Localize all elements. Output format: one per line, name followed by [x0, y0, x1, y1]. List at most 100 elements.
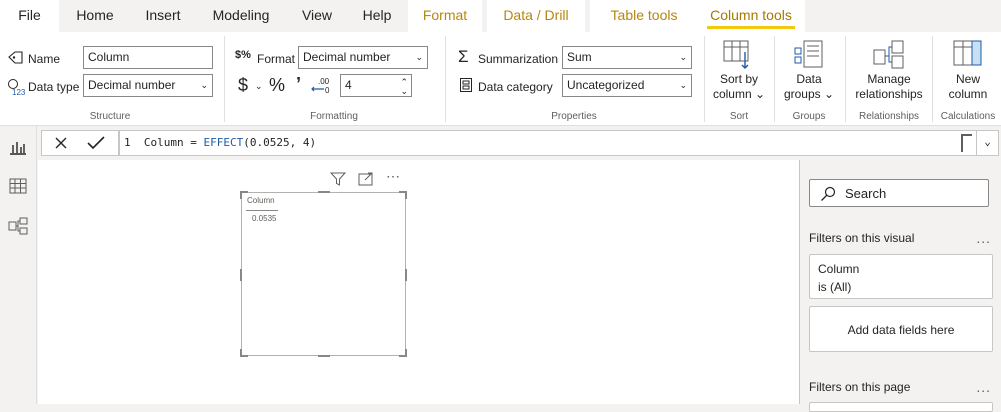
table-column-header: Column [247, 196, 275, 205]
view-switcher-rail [0, 126, 37, 404]
model-view-icon[interactable] [8, 217, 28, 238]
tab-table-tools[interactable]: Table tools [590, 0, 698, 32]
formula-bar: 1 Column = EFFECT(0.0525, 4) ⌄ [37, 126, 1001, 160]
add-data-fields-drop-zone[interactable]: Add data fields here [809, 306, 993, 352]
decimal-places-value: 4 [345, 78, 352, 92]
table-visual[interactable]: Column 0.0535 [240, 191, 407, 357]
chevron-down-icon[interactable]: ⌄ [400, 81, 408, 102]
summarization-label: Summarization [478, 52, 559, 66]
table-cell-value: 0.0535 [252, 214, 277, 223]
divider [224, 36, 225, 122]
tab-view[interactable]: View [292, 0, 342, 32]
resize-handle[interactable] [318, 191, 330, 193]
report-canvas[interactable]: ⋯ Column 0.0535 [38, 160, 799, 404]
more-options-icon[interactable]: ... [976, 230, 991, 246]
expand-formula-chevron-icon[interactable]: ⌄ [976, 131, 998, 155]
decimal-places-stepper[interactable]: 4 ⌃ ⌄ [340, 74, 412, 97]
datatype-label: Data type [28, 80, 80, 94]
group-label-properties: Properties [551, 111, 597, 122]
format-value: Decimal number [303, 50, 391, 64]
formula-input[interactable]: 1 Column = EFFECT(0.0525, 4) ⌄ [119, 130, 999, 156]
category-label: Data category [478, 80, 553, 94]
category-dropdown[interactable]: Uncategorized ⌄ [562, 74, 692, 97]
data-type-icon: 123 [7, 78, 26, 99]
tab-help[interactable]: Help [352, 0, 402, 32]
tab-format[interactable]: Format [408, 0, 482, 32]
filter-card-column[interactable]: Column is (All) [809, 254, 993, 299]
comma-style-button[interactable]: ’ [296, 74, 301, 95]
tab-insert[interactable]: Insert [134, 0, 192, 32]
filters-on-visual-heading: Filters on this visual [809, 231, 915, 245]
more-options-icon[interactable]: ⋯ [386, 168, 401, 185]
manage-relationships-button[interactable]: Manage relationships [849, 36, 929, 108]
formula-args: (0.0525, 4) [243, 136, 317, 149]
header-underline [246, 210, 278, 211]
svg-text:.00: .00 [318, 77, 330, 86]
manage-relationships-icon [873, 40, 905, 74]
name-field[interactable]: Column [83, 46, 213, 69]
tab-modeling[interactable]: Modeling [201, 0, 281, 32]
svg-text:0: 0 [325, 86, 330, 94]
chevron-down-icon: ⌄ [415, 52, 423, 62]
commit-check-icon[interactable] [86, 134, 106, 155]
resize-handle[interactable] [405, 349, 407, 357]
chevron-down-icon[interactable]: ⌄ [255, 81, 263, 92]
tab-file-label: File [18, 7, 41, 23]
tab-data-drill[interactable]: Data / Drill [487, 0, 585, 32]
formula-function: EFFECT [203, 136, 244, 149]
datatype-value: Decimal number [88, 78, 176, 92]
data-category-icon [459, 77, 473, 96]
currency-button[interactable]: $ [238, 75, 248, 96]
data-groups-label: Data groups ⌄ [783, 72, 835, 101]
more-options-icon[interactable]: ... [976, 379, 991, 395]
resize-handle[interactable] [240, 191, 242, 199]
divider [445, 36, 446, 122]
formula-line-number: 1 [124, 136, 131, 149]
search-placeholder: Search [845, 186, 887, 201]
percent-button[interactable]: % [269, 75, 285, 96]
new-column-button[interactable]: New column [936, 36, 1000, 108]
divider [932, 36, 933, 122]
group-label-relationships: Relationships [858, 111, 920, 122]
resize-handle[interactable] [240, 349, 242, 357]
divider [704, 36, 705, 122]
summarization-dropdown[interactable]: Sum ⌄ [562, 46, 692, 69]
formula-prefix: Column = [143, 136, 204, 149]
filter-icon[interactable] [329, 172, 347, 189]
decrease-decimal-icon[interactable]: .00 0 [311, 76, 333, 97]
name-field-value: Column [88, 50, 130, 64]
format-label: Format [257, 52, 296, 66]
table-view-icon[interactable] [9, 178, 27, 197]
new-column-label: New column [948, 72, 988, 101]
tab-column-tools[interactable]: Column tools [697, 0, 805, 32]
datatype-dropdown[interactable]: Decimal number ⌄ [83, 74, 213, 97]
data-groups-button[interactable]: Data groups ⌄ [778, 36, 840, 108]
chevron-down-icon: ⌄ [679, 52, 687, 62]
tab-home[interactable]: Home [66, 0, 124, 32]
new-column-icon [953, 40, 983, 72]
ribbon: Name Column 123 Data type Decimal number… [0, 32, 1001, 126]
sort-by-column-button[interactable]: Sort by column ⌄ [708, 36, 770, 108]
resize-handle[interactable] [405, 191, 407, 199]
group-label-sort: Sort [729, 111, 749, 122]
sigma-icon: Σ [458, 47, 469, 66]
tab-file[interactable]: File [0, 0, 59, 32]
filter-card-state: is (All) [818, 280, 852, 294]
format-dropdown[interactable]: Decimal number ⌄ [298, 46, 428, 69]
add-data-fields-label: Add data fields here [847, 323, 955, 337]
cancel-icon[interactable] [54, 134, 68, 155]
resize-handle[interactable] [240, 269, 242, 281]
scroll-indicator [961, 134, 972, 152]
data-groups-icon [794, 40, 824, 74]
resize-handle[interactable] [405, 269, 407, 281]
format-icon: $% [235, 49, 251, 61]
report-view-icon[interactable] [9, 139, 27, 158]
filters-search-input[interactable]: Search [809, 179, 989, 207]
divider [774, 36, 775, 122]
divider [845, 36, 846, 122]
filters-pane: Search Filters on this visual ... Column… [799, 160, 1001, 412]
resize-handle[interactable] [318, 355, 330, 357]
group-label-formatting: Formatting [310, 111, 358, 122]
focus-mode-icon[interactable] [358, 172, 374, 189]
group-label-groups: Groups [792, 111, 826, 122]
